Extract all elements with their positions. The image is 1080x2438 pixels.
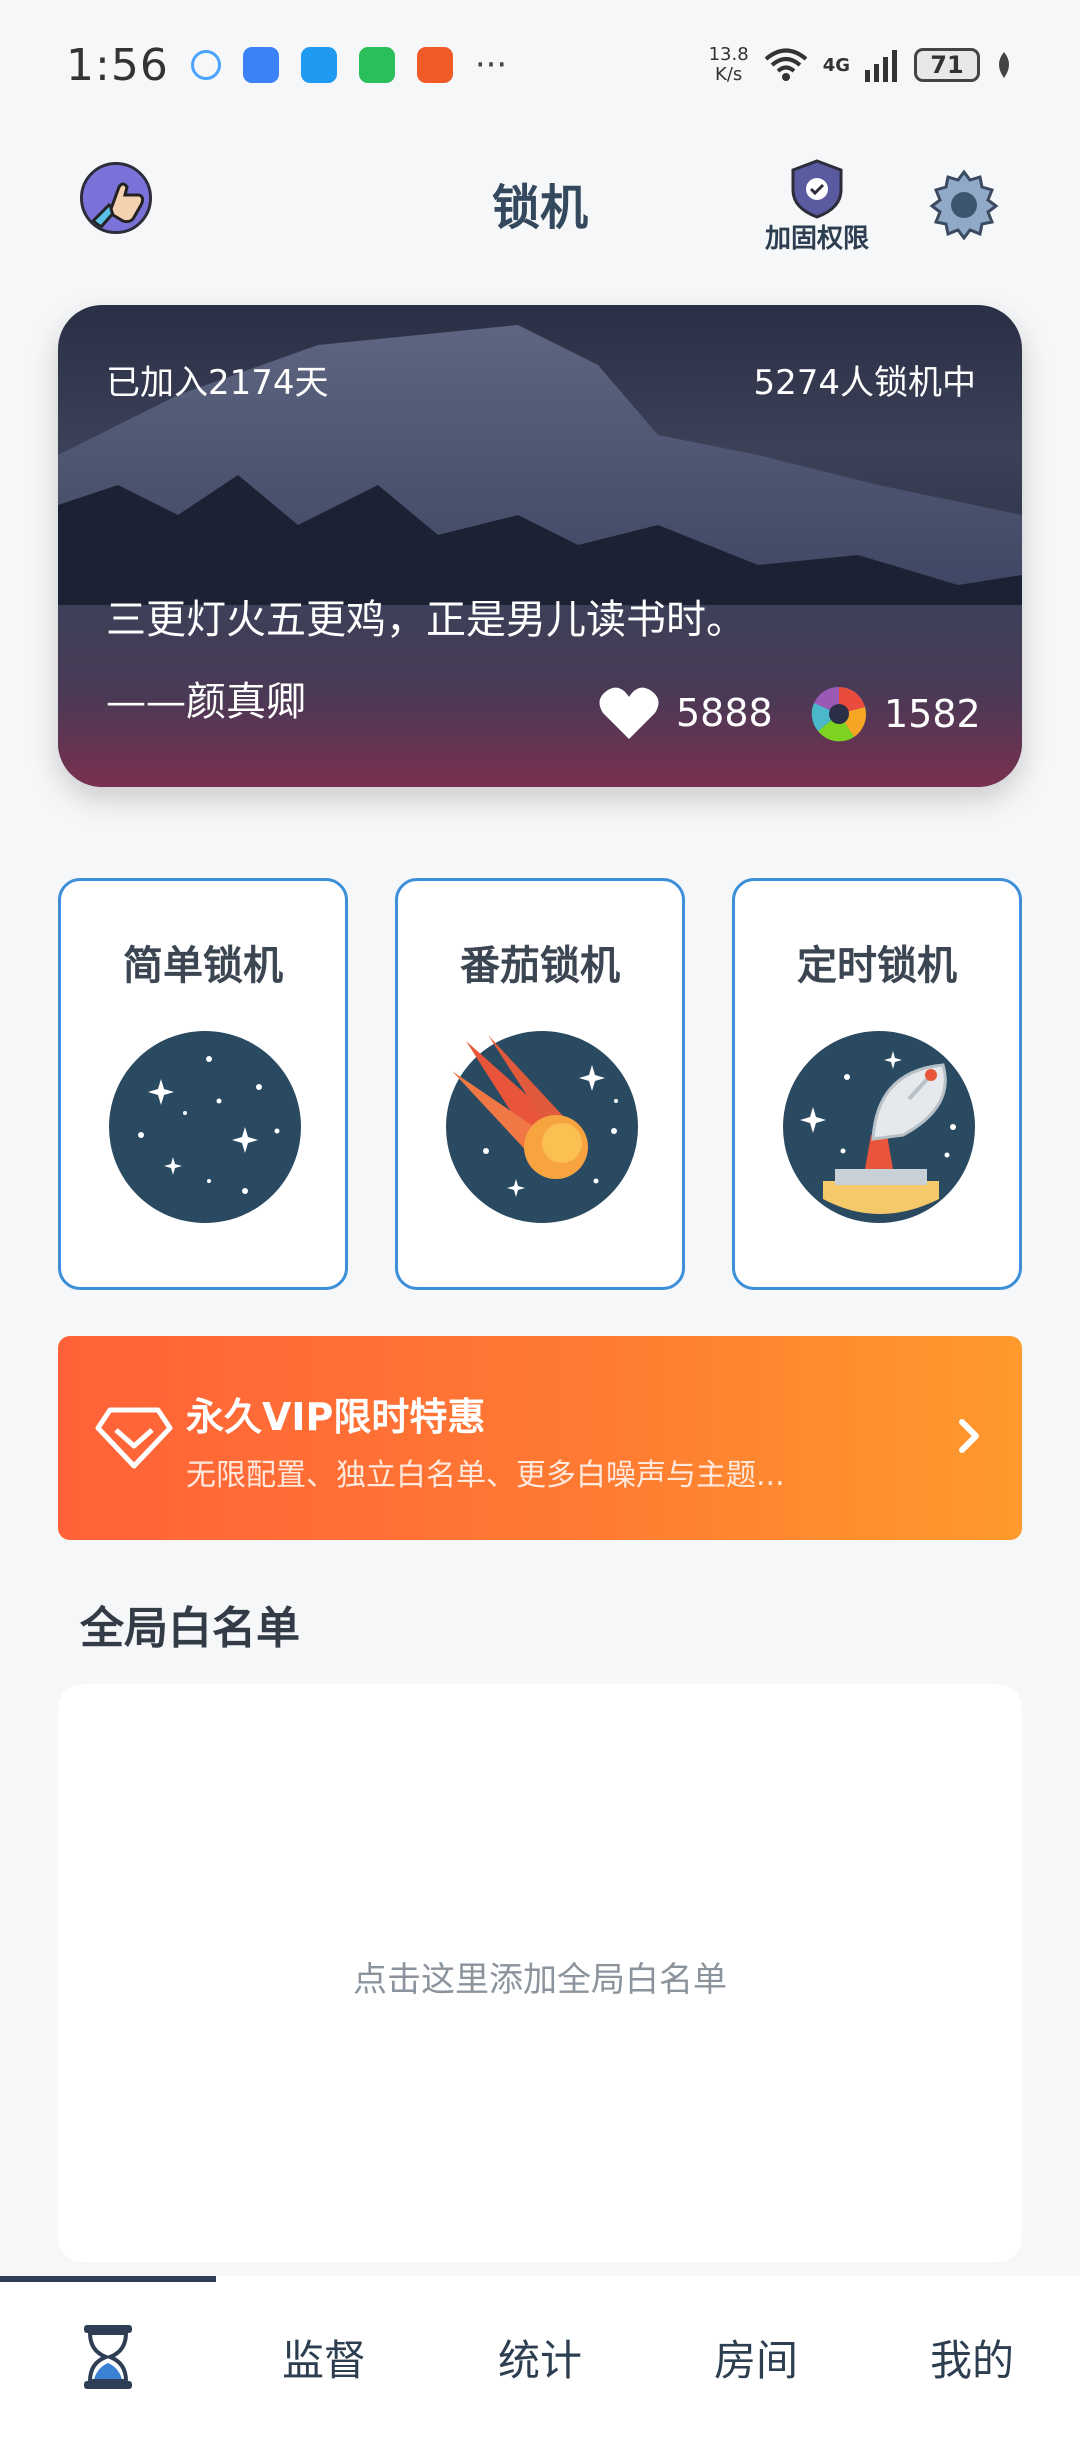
status-time: 1:56	[66, 39, 169, 91]
tab-statistics[interactable]: 统计	[432, 2276, 648, 2438]
vip-subtitle: 无限配置、独立白名单、更多白噪声与主题...	[186, 1458, 785, 1493]
shield-icon	[791, 159, 843, 219]
aperture-icon	[811, 686, 867, 742]
signal-icon	[865, 50, 897, 82]
vip-promo-banner[interactable]: 永久VIP限时特惠 无限配置、独立白名单、更多白噪声与主题...	[58, 1336, 1022, 1540]
hourglass-icon	[84, 2325, 132, 2389]
net-speed-value: 13.8	[708, 44, 749, 65]
page-title: 锁机	[491, 180, 588, 236]
chat-bubble-icon	[190, 50, 221, 80]
timed-lock-card[interactable]: 定时锁机	[732, 878, 1022, 1290]
heart-icon	[599, 687, 659, 739]
reinforce-permission-button[interactable]: 加固权限	[752, 158, 882, 255]
chevron-right-icon	[959, 1419, 979, 1453]
whitelist-card[interactable]: 点击这里添加全局白名单	[58, 1684, 1022, 2262]
quote-author: ——颜真卿	[106, 679, 306, 725]
diamond-icon	[95, 1407, 173, 1469]
battery-indicator: 71	[914, 48, 980, 82]
tab-supervise[interactable]: 监督	[216, 2276, 432, 2438]
gear-icon[interactable]	[928, 168, 1000, 240]
like-button[interactable]: 5888	[598, 685, 773, 741]
vip-title: 永久VIP限时特惠	[186, 1395, 486, 1439]
share-button[interactable]: 1582	[810, 685, 981, 743]
shield-label: 加固权限	[764, 224, 869, 254]
tab-mine[interactable]: 我的	[864, 2276, 1080, 2438]
whitelist-title: 全局白名单	[80, 1603, 300, 1654]
shares-count: 1582	[884, 692, 981, 736]
days-joined: 已加入2174天	[106, 363, 329, 403]
lock-modes: 简单锁机 番茄锁机 定时锁机	[58, 878, 1022, 1290]
tab-lock[interactable]	[0, 2276, 216, 2438]
whitelist-hint: 点击这里添加全局白名单	[353, 1960, 727, 2000]
satellite-dish-icon	[783, 1031, 975, 1223]
cloud-icon	[300, 47, 337, 83]
simple-lock-label: 简单锁机	[123, 943, 283, 989]
tab-rooms[interactable]: 房间	[648, 2276, 864, 2438]
timed-lock-label: 定时锁机	[797, 943, 957, 989]
browser-icon	[242, 47, 279, 83]
net-speed: 13.8 K/s	[709, 45, 749, 85]
online-count: 5274人锁机中	[753, 363, 976, 403]
bottom-tab-bar: 监督 统计 房间 我的	[0, 2276, 1080, 2438]
wifi-icon	[764, 48, 807, 81]
simple-lock-card[interactable]: 简单锁机	[58, 878, 348, 1290]
leaf-icon	[999, 52, 1009, 78]
quote-banner[interactable]: 已加入2174天 5274人锁机中 三更灯火五更鸡，正是男儿读书时。 ——颜真卿…	[58, 305, 1022, 787]
comet-icon	[446, 1031, 638, 1223]
network-type: 4G	[822, 54, 850, 76]
starry-planet-icon	[109, 1031, 301, 1223]
net-speed-unit: K/s	[715, 64, 743, 85]
pomodoro-lock-card[interactable]: 番茄锁机	[395, 878, 685, 1290]
shopping-app-icon	[416, 47, 453, 83]
more-notifications-icon: ···	[474, 45, 508, 85]
iqiyi-icon	[358, 47, 395, 83]
header: 锁机 加固权限	[0, 140, 1080, 270]
status-bar: 1:56 ··· 13.8 K/s 4G 71	[0, 0, 1080, 130]
likes-count: 5888	[676, 691, 773, 735]
quote-text: 三更灯火五更鸡，正是男儿读书时。	[106, 597, 746, 643]
pomodoro-lock-label: 番茄锁机	[460, 943, 620, 989]
